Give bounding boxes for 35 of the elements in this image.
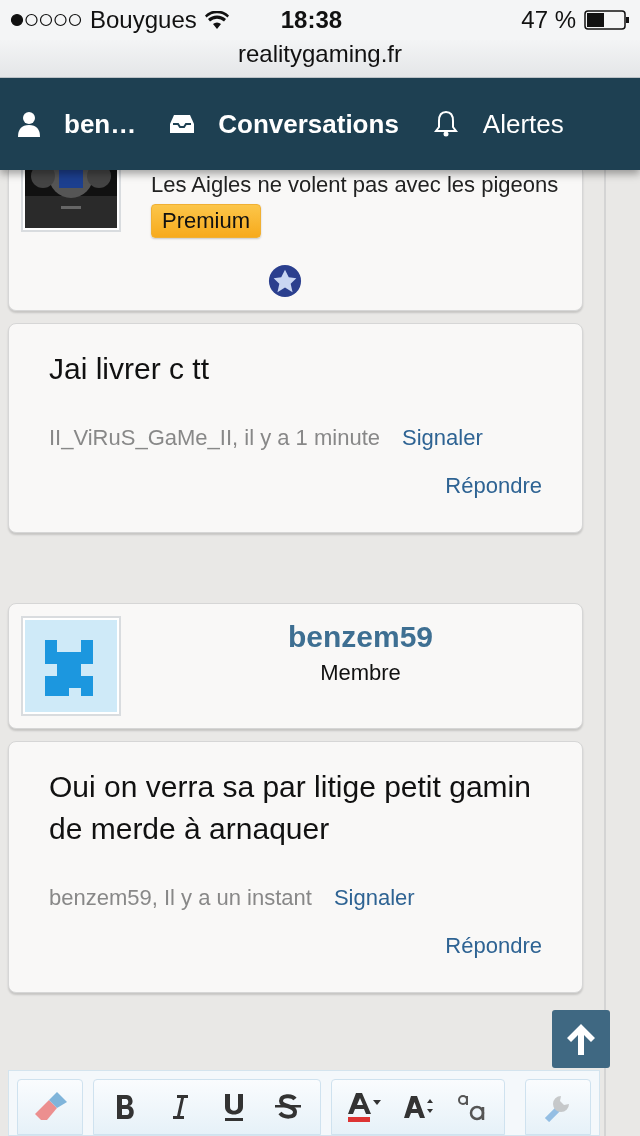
user-icon	[18, 111, 40, 137]
star-ball-icon	[267, 264, 302, 298]
wifi-icon	[204, 11, 229, 29]
reply-link[interactable]: Répondre	[445, 473, 542, 499]
scroll-to-top-button[interactable]	[552, 1010, 610, 1068]
bell-icon	[432, 110, 459, 138]
post-meta: benzem59, Il y a un instant	[49, 885, 312, 911]
nav-link[interactable]: Alertes	[432, 108, 564, 140]
page-url: realitygaming.fr	[237, 40, 403, 68]
user-role: Membre	[320, 660, 401, 686]
nav-link[interactable]: Conversations	[170, 108, 399, 140]
font-family-icon	[457, 1092, 487, 1122]
eraser-icon	[33, 1092, 67, 1122]
battery-icon	[584, 10, 630, 30]
report-link[interactable]: Signaler	[333, 885, 415, 911]
text-color-icon	[347, 1092, 381, 1122]
inbox-icon	[170, 114, 195, 134]
battery-percent: 47 %	[521, 6, 576, 34]
nav-link[interactable]: ben…	[18, 108, 137, 140]
report-link[interactable]: Signaler	[402, 425, 483, 451]
message-text: Jai livrer c tt	[49, 351, 211, 387]
signal-icon	[10, 13, 82, 27]
premium-badge: Premium	[151, 204, 261, 238]
strikethrough-icon	[275, 1094, 301, 1120]
bold-icon	[115, 1094, 137, 1120]
font-size-icon	[403, 1095, 433, 1119]
underline-icon	[223, 1093, 245, 1121]
username-link[interactable]: benzem59	[287, 620, 434, 654]
italic-icon	[171, 1094, 189, 1120]
message-text: Oui on verra sa par litige petit gamin de merde à arnaquer	[49, 769, 532, 847]
post-meta: II_ViRuS_GaMe_II, il y a 1 minute	[49, 425, 380, 451]
carrier-name: Bouygues	[90, 6, 197, 34]
reply-link[interactable]: Répondre	[445, 933, 542, 959]
clock-time: 18:38	[280, 6, 343, 34]
signature-text: Les Aigles ne volent pas avec les pigeons	[151, 172, 559, 198]
